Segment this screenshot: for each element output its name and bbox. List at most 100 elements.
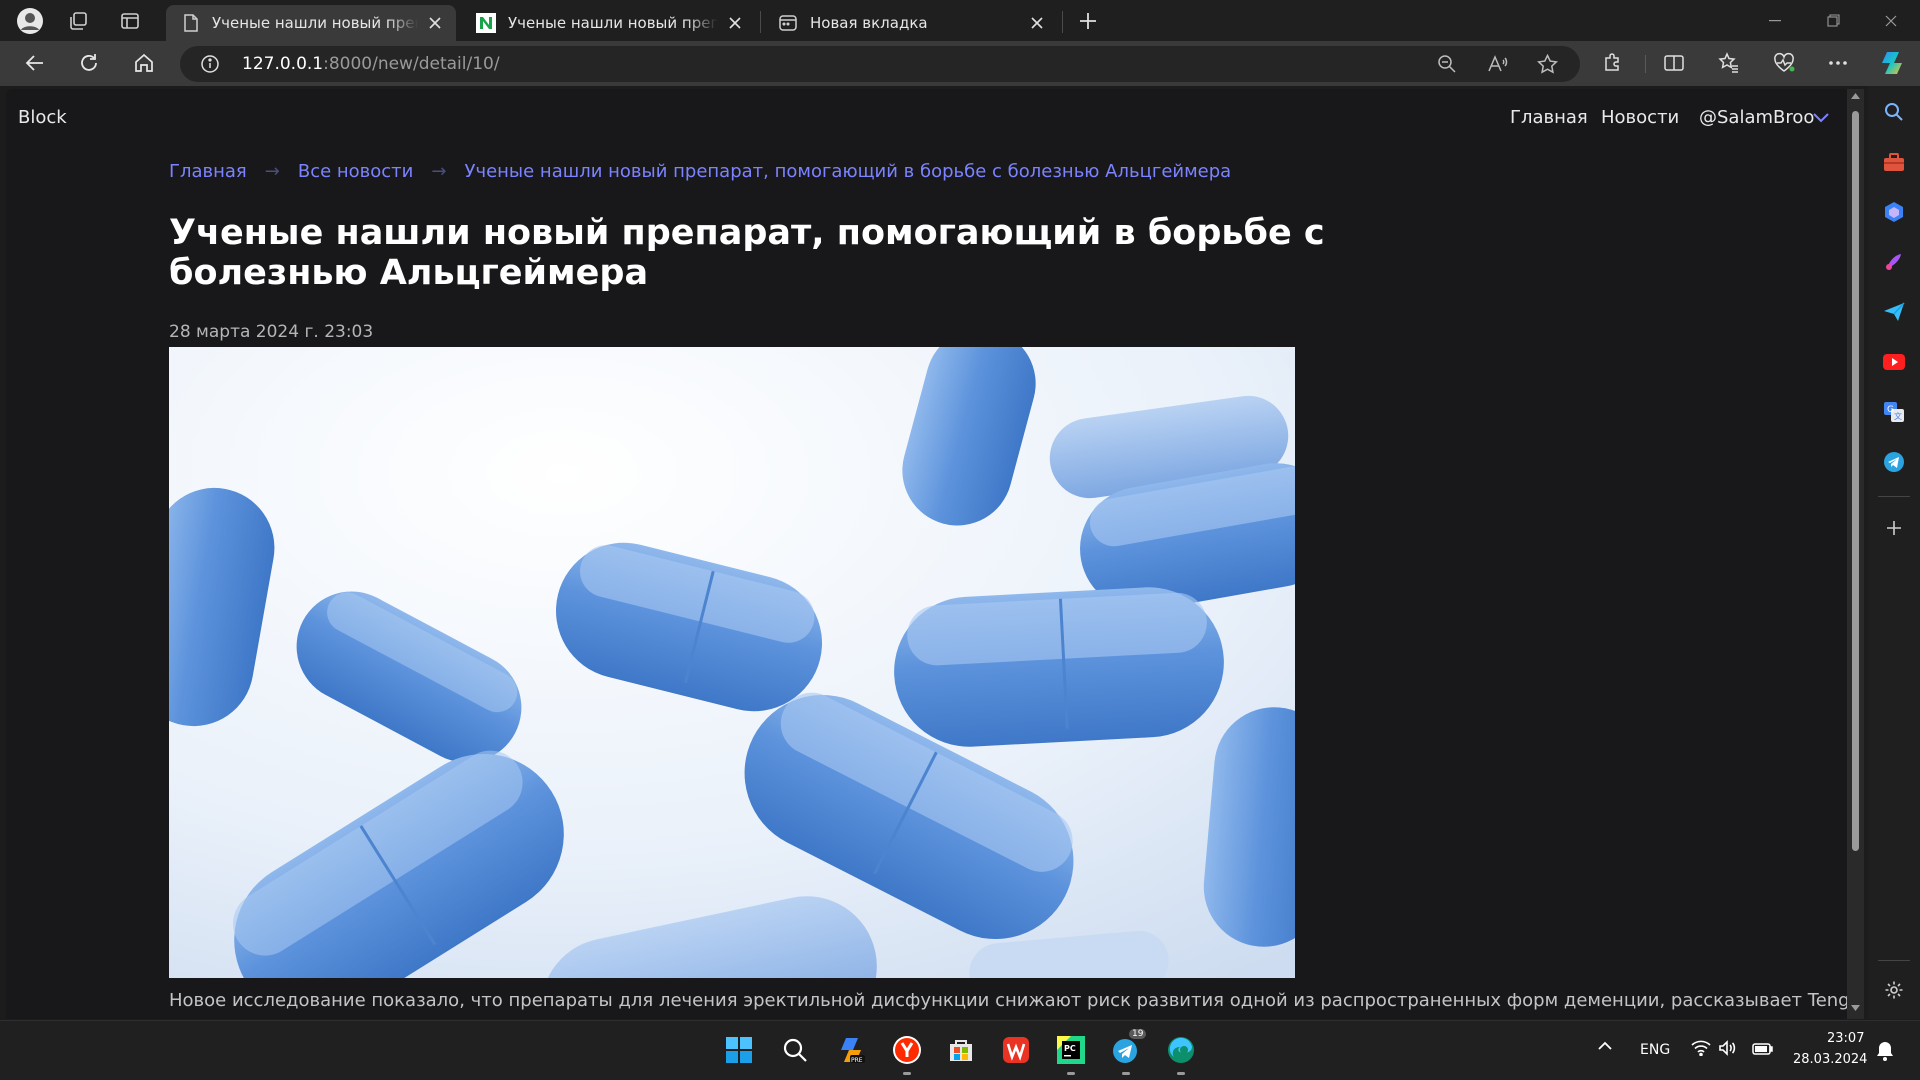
more-menu-icon[interactable] [1819,45,1857,81]
designer-icon[interactable] [1876,244,1912,280]
copilot-sidebar-icon[interactable] [1876,194,1912,230]
tab-title: Ученые нашли новый препарат, помогающий … [212,14,418,32]
search-icon[interactable] [772,1027,818,1073]
breadcrumb-separator: → [431,161,447,182]
battery-icon[interactable] [1752,1040,1774,1056]
breadcrumb-separator: → [264,161,280,182]
youtube-icon[interactable] [1876,344,1912,380]
browser-essentials-icon[interactable] [1765,45,1803,81]
article-date: 28 марта 2024 г. 23:03 [169,322,374,342]
page-scrollbar[interactable] [1847,89,1864,1019]
wps-office-icon[interactable] [993,1027,1039,1073]
url-host: 127.0.0.1 [242,54,324,74]
profile-avatar-icon[interactable] [6,0,54,41]
zoom-icon[interactable] [1437,54,1457,74]
tools-icon[interactable] [1876,144,1912,180]
volume-icon[interactable] [1718,1040,1736,1056]
split-screen-icon[interactable] [1655,45,1693,81]
page-viewport: Block Главная Новости @SalamBroo Главная… [6,89,1847,1019]
svg-text:G: G [1887,405,1894,415]
new-tab-icon [778,13,798,33]
tab-separator [1062,11,1063,33]
telegram-badge: 19 [1129,1029,1147,1039]
running-indicator [1067,1072,1075,1075]
address-bar[interactable]: 127.0.0.1:8000/new/detail/10/ [180,46,1580,82]
home-icon[interactable] [125,45,163,81]
svg-text:PC: PC [1064,1044,1076,1053]
scrollbar-thumb[interactable] [1852,111,1859,851]
tab-article[interactable]: Ученые нашли новый препарат, помогающий … [166,5,456,41]
notification-bell-icon[interactable] [1876,1041,1894,1061]
close-tab-icon[interactable] [1026,12,1048,34]
copilot-pre-icon[interactable]: PRE [828,1027,874,1073]
close-tab-icon[interactable] [724,12,746,34]
reload-icon[interactable] [70,45,108,81]
translate-icon[interactable]: G文 [1876,394,1912,430]
page-icon [182,13,200,33]
site-info-icon[interactable] [200,54,220,74]
read-aloud-icon[interactable] [1487,54,1509,74]
tab-new[interactable]: Новая вкладка [762,5,1058,41]
close-window-icon[interactable] [1862,0,1920,41]
close-tab-icon[interactable] [424,12,446,34]
favorites-icon[interactable] [1710,45,1748,81]
blue-pills-photo [169,347,1295,978]
breadcrumb: Главная → Все новости → Ученые нашли новый п… [169,161,1231,182]
url-path: :8000/new/detail/10/ [323,54,500,74]
edge-icon[interactable] [1158,1027,1204,1075]
tab-title: Новая вкладка [810,14,928,32]
clock-time[interactable]: 23:07 [1827,1031,1864,1046]
favorite-star-icon[interactable] [1537,54,1558,74]
tab-news-site[interactable]: Ученые нашли новый препарат, помогающий … [460,5,756,41]
yandex-browser-icon[interactable] [884,1027,930,1075]
svg-text:PRE: PRE [851,1057,863,1064]
browser-toolbar: 127.0.0.1:8000/new/detail/10/ [0,41,1920,86]
running-indicator [903,1072,911,1075]
url-text[interactable]: 127.0.0.1:8000/new/detail/10/ [242,46,500,82]
breadcrumb-all-news-link[interactable]: Все новости [298,161,414,182]
tray-chevron-up-icon[interactable] [1598,1041,1612,1050]
scroll-up-arrow-icon[interactable] [1851,93,1860,99]
pycharm-icon[interactable]: PC [1048,1027,1094,1075]
telegram-icon[interactable]: 19 [1103,1027,1149,1075]
back-icon[interactable] [16,45,54,81]
telegram-sidebar-icon[interactable] [1876,444,1912,480]
workspaces-icon[interactable] [54,0,102,41]
running-indicator [1122,1072,1130,1075]
news-site-icon [476,13,496,33]
tab-title: Ученые нашли новый препарат, помогающий … [508,14,718,32]
start-icon[interactable] [716,1027,762,1073]
browser-tab-strip: Ученые нашли новый препарат, помогающий … [0,0,1920,41]
clock-date[interactable]: 28.03.2024 [1793,1052,1867,1067]
article-headline: Ученые нашли новый препарат, помогающий … [169,213,1325,293]
restore-icon[interactable] [1804,0,1862,41]
article-lead: Новое исследование показало, что препара… [169,990,1847,1011]
vertical-tabs-icon[interactable] [106,0,154,41]
send-icon[interactable] [1876,294,1912,330]
site-brand[interactable]: Block [18,107,67,128]
site-navbar: Block Главная Новости @SalamBroo [6,89,1847,147]
search-icon[interactable] [1876,94,1912,130]
sidebar-divider [1878,960,1910,961]
gear-icon[interactable] [1876,972,1912,1008]
new-tab-plus-icon[interactable] [1064,0,1112,41]
breadcrumb-home-link[interactable]: Главная [169,161,247,182]
nav-user-menu[interactable]: @SalamBroo [1699,107,1814,128]
windows-taskbar: PRE PC 19 ENG 23:07 28.03.2024 [0,1020,1920,1080]
nav-home-link[interactable]: Главная [1510,107,1588,128]
toolbar-divider [1645,55,1646,73]
wifi-icon[interactable] [1691,1040,1711,1056]
svg-text:文: 文 [1894,411,1902,421]
extensions-icon[interactable] [1594,45,1632,81]
nav-news-link[interactable]: Новости [1601,107,1679,128]
scroll-down-arrow-icon[interactable] [1851,1005,1860,1011]
article-image [169,347,1295,978]
chevron-down-icon[interactable] [1813,113,1829,123]
copilot-icon[interactable] [1873,45,1911,81]
breadcrumb-current: Ученые нашли новый препарат, помогающий … [464,161,1232,182]
language-indicator[interactable]: ENG [1640,1042,1670,1058]
add-sidebar-app-icon[interactable] [1876,510,1912,546]
microsoft-store-icon[interactable] [938,1027,984,1073]
sidebar-divider [1878,496,1910,497]
minimize-icon[interactable] [1746,0,1804,41]
